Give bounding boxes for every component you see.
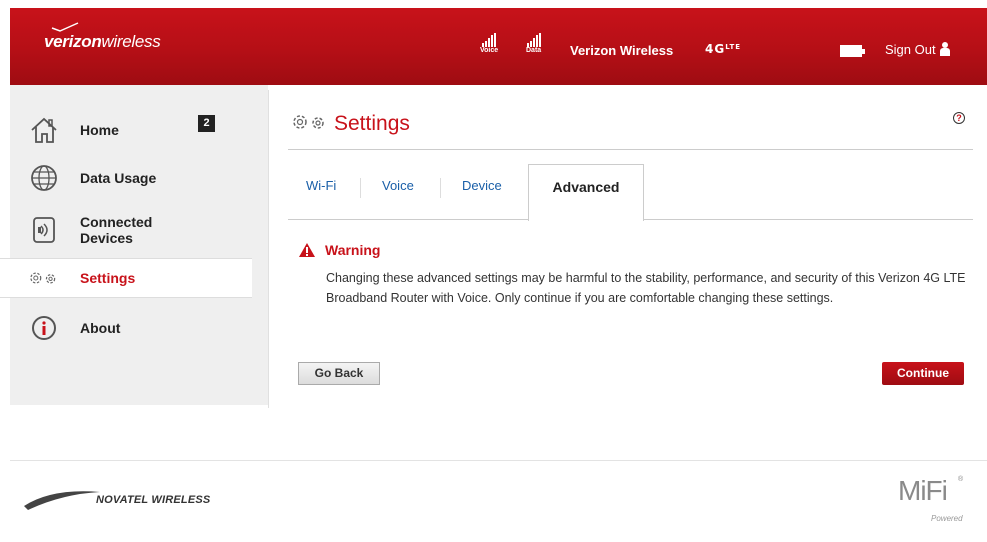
main-content: Settings ? Wi-Fi Voice Device Advanced W…: [288, 100, 973, 385]
tab-advanced[interactable]: Advanced: [528, 164, 644, 221]
continue-button[interactable]: Continue: [882, 362, 964, 385]
sidebar-item-label: About: [80, 320, 121, 336]
warning-message: Changing these advanced settings may be …: [326, 271, 966, 305]
help-icon[interactable]: ?: [953, 112, 965, 124]
tab-device[interactable]: Device: [462, 178, 502, 193]
tab-voice[interactable]: Voice: [382, 178, 414, 193]
warning-title: Warning: [325, 242, 381, 258]
sidebar-item-label: Connected Devices: [80, 214, 153, 246]
warning-heading: Warning: [298, 242, 968, 258]
carrier-name: Verizon Wireless: [570, 43, 674, 58]
settings-gears-icon: [288, 110, 332, 139]
warning-icon: [299, 243, 315, 257]
network-label: 4G: [705, 42, 726, 56]
tab-separator: [440, 178, 441, 198]
voice-signal: Voice: [480, 33, 498, 54]
data-signal: Data: [526, 33, 541, 54]
sidebar-item-data-usage[interactable]: Data Usage: [24, 154, 252, 202]
sidebar-divider: [268, 90, 269, 408]
connected-devices-count-badge: 2: [198, 115, 215, 132]
tab-wifi[interactable]: Wi-Fi: [306, 178, 336, 193]
mifi-logo: MiFi: [898, 475, 948, 506]
sidebar-item-label: Settings: [80, 270, 136, 286]
sidebar-item-home[interactable]: Home: [24, 106, 252, 154]
mifi-powered-label: Powered: [931, 514, 963, 523]
sidebar-item-settings[interactable]: Settings: [0, 258, 252, 298]
devices-icon: [26, 212, 62, 248]
page-header: Settings ?: [288, 100, 973, 150]
mifi-registered-mark: ®: [958, 476, 964, 483]
warning-box: Warning Changing these advanced settings…: [298, 242, 968, 308]
data-label: Data: [526, 47, 542, 54]
sidebar-item-about[interactable]: About: [24, 298, 252, 358]
sidebar-nav: Home Data Usage Connected Devices Settin…: [0, 106, 252, 358]
sidebar-item-label: Home: [80, 122, 119, 138]
top-header: verizonwireless Voice Data Verizon Wirel…: [10, 8, 987, 85]
verizon-check-icon: [51, 22, 79, 32]
sign-out-label: Sign Out: [885, 42, 936, 57]
battery-icon: [840, 45, 865, 57]
network-suffix: LTE: [725, 43, 742, 51]
gears-icon: [26, 260, 62, 296]
home-icon: [26, 112, 62, 148]
info-icon: [26, 310, 62, 346]
footer-divider: [10, 460, 987, 461]
sidebar-item-label: Data Usage: [80, 170, 157, 186]
settings-tabs: Wi-Fi Voice Device Advanced: [288, 164, 973, 221]
voice-signal-icon: [480, 33, 498, 47]
page-title: Settings: [334, 112, 410, 135]
verizon-logo: verizonwireless: [44, 32, 161, 52]
tab-separator: [360, 178, 361, 198]
novatel-swoosh-icon: [24, 491, 100, 510]
voice-label: Voice: [480, 47, 499, 54]
novatel-logo: NOVATEL WIRELESS: [96, 494, 211, 506]
person-icon: [939, 42, 950, 56]
logo-brand: verizon: [44, 32, 102, 51]
go-back-button[interactable]: Go Back: [298, 362, 380, 385]
data-signal-icon: [526, 33, 541, 47]
network-type: 4GLTE: [705, 42, 741, 56]
globe-icon: [26, 160, 62, 196]
sidebar-item-connected-devices[interactable]: Connected Devices: [24, 202, 252, 258]
sign-out-button[interactable]: Sign Out: [885, 42, 950, 57]
logo-suffix: wireless: [101, 32, 161, 51]
